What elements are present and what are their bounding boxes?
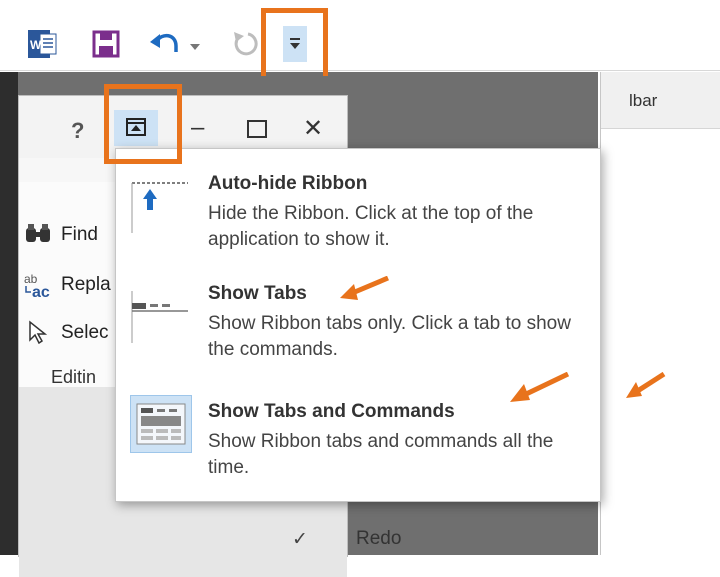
show-tabs-commands-icon	[130, 395, 192, 453]
quick-access-toolbar: W	[0, 0, 720, 72]
replace-icon: ab ac	[24, 272, 58, 303]
option-title: Show Tabs and Commands	[208, 401, 455, 422]
replace-button[interactable]: Repla	[61, 274, 111, 296]
editing-group-label: Editin	[51, 367, 97, 387]
option-title: Show Tabs	[208, 283, 307, 304]
minimize-button[interactable]: –	[191, 114, 204, 142]
menu-header: lbar	[601, 72, 720, 129]
option-title: Auto-hide Ribbon	[208, 173, 368, 194]
highlight-box-ribbon-options	[104, 84, 182, 164]
show-tabs-icon	[130, 287, 190, 343]
ribbon-display-options-menu: Auto-hide Ribbon Hide the Ribbon. Click …	[115, 148, 601, 502]
option-description: Show Ribbon tabs only. Click a tab to sh…	[208, 313, 571, 360]
find-button[interactable]: Find	[61, 224, 98, 246]
svg-text:W: W	[30, 38, 42, 52]
word-icon[interactable]: W	[28, 30, 58, 58]
option-description: Hide the Ribbon. Click at the top of the…	[208, 203, 534, 250]
toolbar-divider	[0, 70, 720, 71]
option-auto-hide-ribbon[interactable]: Auto-hide Ribbon Hide the Ribbon. Click …	[122, 157, 592, 261]
undo-icon[interactable]	[150, 30, 180, 56]
arrow-icon	[626, 372, 666, 398]
dropdown-arrow-icon[interactable]	[190, 39, 200, 50]
cursor-icon	[27, 320, 49, 349]
maximize-button[interactable]	[247, 120, 267, 138]
arrow-icon	[510, 372, 570, 402]
select-button[interactable]: Selec	[61, 322, 109, 344]
binoculars-icon	[24, 222, 54, 251]
help-button[interactable]: ?	[71, 118, 84, 144]
close-button[interactable]: ✕	[303, 114, 323, 143]
option-description: Show Ribbon tabs and commands all the ti…	[208, 431, 554, 478]
menu-item-redo[interactable]: Redo	[356, 528, 401, 550]
auto-hide-ribbon-icon	[130, 177, 190, 233]
checkmark-icon: ✓	[292, 529, 308, 550]
window-dark-edge	[0, 72, 18, 555]
save-icon[interactable]	[92, 30, 120, 58]
customize-toolbar-menu: lbar	[600, 72, 720, 555]
repeat-icon[interactable]	[230, 30, 260, 58]
menu-header-text: lbar	[629, 91, 658, 110]
arrow-icon	[340, 276, 389, 300]
highlight-box-qat	[261, 8, 328, 76]
svg-text:ac: ac	[32, 284, 50, 298]
